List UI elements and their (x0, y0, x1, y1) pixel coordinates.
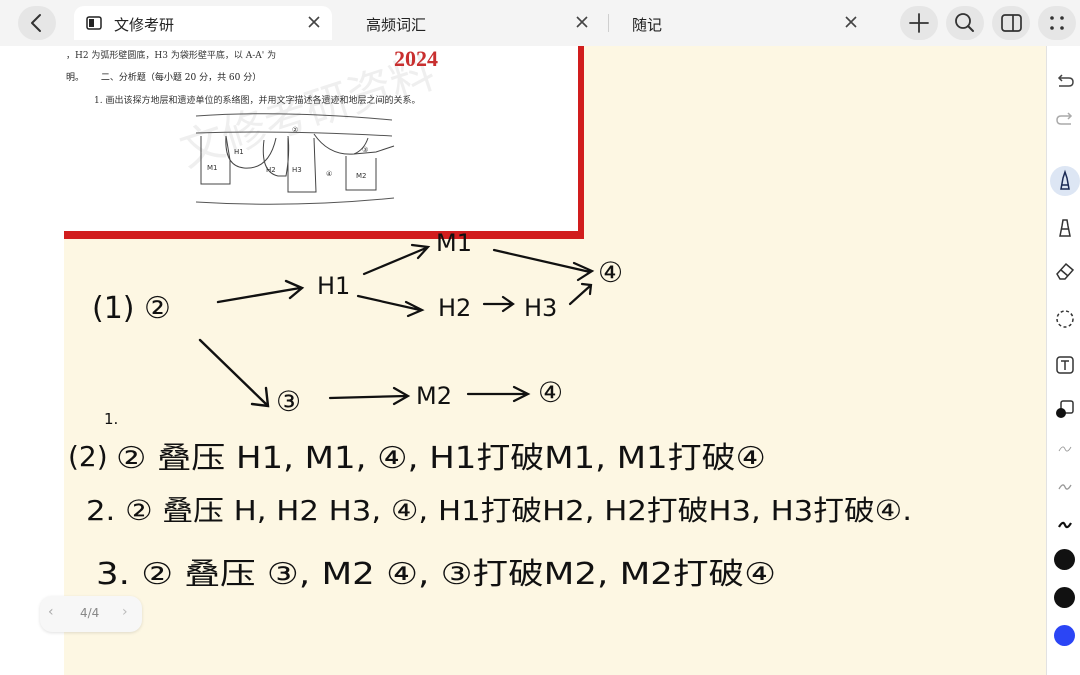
undo-button[interactable] (1050, 68, 1080, 98)
chevron-right-icon[interactable]: › (122, 604, 128, 620)
undo-icon (1057, 74, 1074, 87)
page-number: 4/4 (80, 606, 100, 620)
highlighter-icon (1059, 219, 1071, 237)
page-indicator: ‹ 4/4 › (40, 596, 142, 632)
ink-arrow (356, 294, 425, 318)
eraser-tool[interactable] (1050, 256, 1080, 286)
lasso-icon (1056, 310, 1074, 328)
ink-answer-line: ② 叠压 H1, M1, ④, H1打破M1, M1打破④ (116, 441, 766, 476)
ink-answer-line: 3. ② 叠压 ③, M2 ④, ③打破M2, M2打破④ (96, 557, 776, 592)
handwriting-layer: (1) ② H1 M1 H2 H3 ④ ③ M2 ④ (2) 1. ② 叠压 H… (68, 229, 912, 592)
stroke-thin-icon (1058, 446, 1072, 452)
ink-node-h2: H2 (438, 294, 471, 322)
pen-icon (1060, 169, 1070, 190)
ink-node-m1: M1 (436, 229, 472, 257)
ink-node-layer3: ③ (276, 385, 301, 418)
text-icon (1056, 356, 1074, 374)
ink-arrow (198, 338, 270, 408)
stroke-thick-icon (1058, 521, 1072, 529)
ink-text: (2) (68, 440, 108, 473)
stroke-medium-icon (1058, 484, 1072, 490)
ink-text: (1) ② (92, 291, 171, 326)
pen-tool[interactable] (1050, 166, 1080, 196)
ink-arrow (492, 248, 595, 282)
ink-node-h3: H3 (524, 294, 557, 322)
ink-answer-line: 2. ② 叠压 H, H2 H3, ④, H1打破H2, H2打破H3, H3打… (86, 494, 912, 527)
lasso-tool[interactable] (1050, 304, 1080, 334)
color-swatch-black-2[interactable] (1054, 587, 1075, 608)
ink-node-m2: M2 (416, 382, 452, 410)
eraser-icon (1056, 262, 1075, 280)
redo-button[interactable] (1050, 106, 1080, 136)
ink-arrow (568, 282, 593, 306)
ink-arrow (216, 279, 305, 304)
ink-arrow (482, 295, 515, 313)
drawing-toolbar (1046, 46, 1080, 675)
ink-node-h1: H1 (317, 272, 350, 300)
redo-icon (1056, 112, 1073, 125)
ink-node-layer4: ④ (598, 256, 623, 289)
ink-arrow (466, 385, 531, 403)
ink-text: 1. (104, 410, 118, 428)
stroke-thin[interactable] (1050, 434, 1080, 464)
chevron-left-icon[interactable]: ‹ (48, 604, 54, 620)
ink-arrow (362, 243, 431, 276)
shape-tool[interactable] (1050, 394, 1080, 424)
shape-icon (1056, 400, 1074, 418)
text-tool[interactable] (1050, 350, 1080, 380)
color-swatch-black[interactable] (1054, 549, 1075, 570)
ink-arrow (328, 386, 411, 406)
stroke-medium[interactable] (1050, 472, 1080, 502)
highlighter-tool[interactable] (1050, 212, 1080, 242)
stroke-thick[interactable] (1050, 510, 1080, 540)
color-swatch-blue[interactable] (1054, 625, 1075, 646)
ink-node-layer4b: ④ (538, 376, 563, 409)
